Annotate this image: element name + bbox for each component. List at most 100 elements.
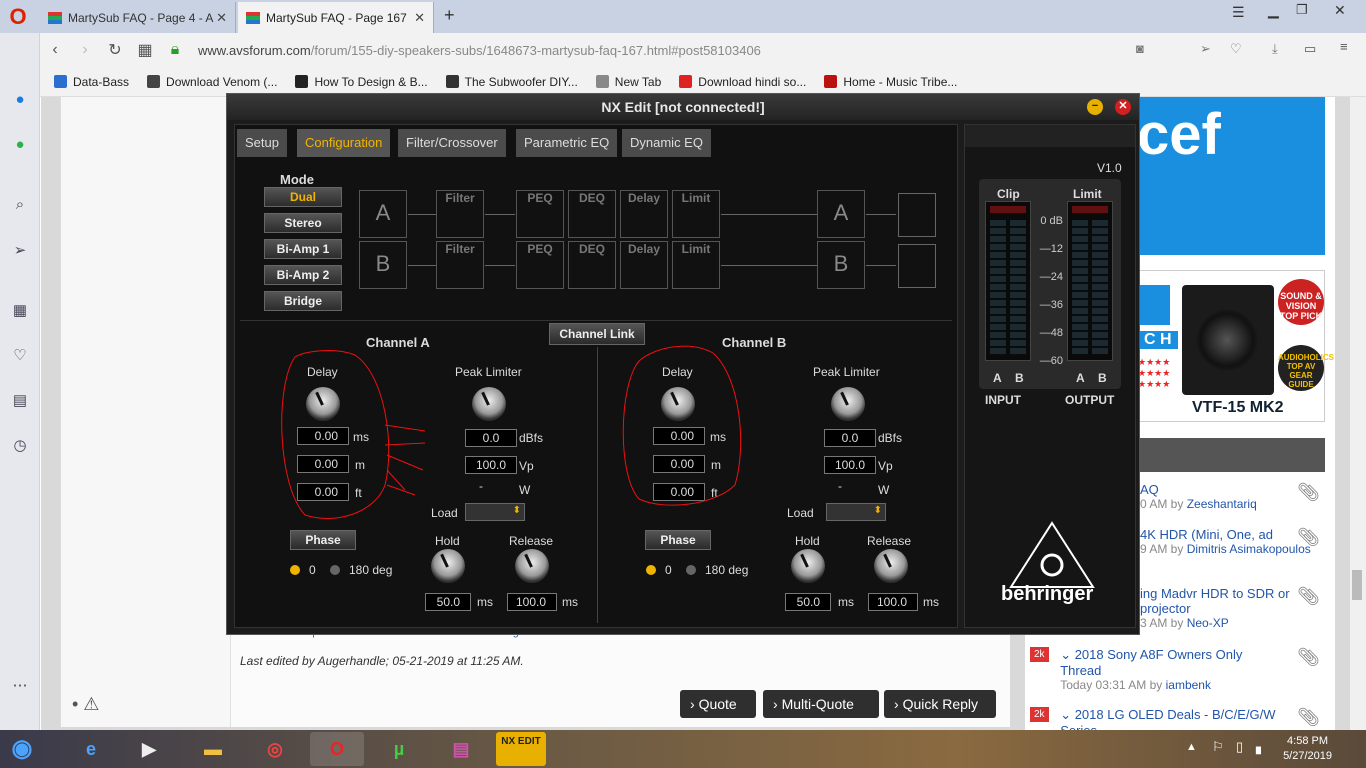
winrar-icon[interactable]: ▤ bbox=[434, 732, 488, 766]
camera-icon[interactable]: ◙ bbox=[1136, 41, 1144, 56]
speaker-cone bbox=[1196, 309, 1258, 371]
opera-sidebar: ● ● ⌕ ➢ ▦ ♡ ▤ ◷ ⋯ bbox=[0, 33, 40, 735]
bookmark-item[interactable]: Data-Bass bbox=[54, 75, 129, 89]
tray-arrow-icon[interactable]: ▲ bbox=[1186, 741, 1197, 753]
send-icon[interactable]: ➢ bbox=[10, 241, 30, 261]
close-tab-icon[interactable]: ✕ bbox=[216, 10, 227, 26]
close-window-icon[interactable]: ✕ bbox=[1334, 2, 1346, 19]
bookmark-item[interactable]: Download Venom (... bbox=[147, 75, 277, 89]
chevron-down-icon: ⌄ bbox=[1060, 707, 1075, 722]
heart-icon[interactable]: ♡ bbox=[10, 346, 30, 366]
windows-taskbar: ◉ e ▶ ▬ ◎ O µ ▤ NX EDIT ▲ ⚐ ▯ ▖ 4:58 PM 5… bbox=[0, 730, 1366, 768]
nx-main-panel: Setup Configuration Filter/Crossover Par… bbox=[234, 124, 958, 628]
send-icon[interactable]: ➢ bbox=[1200, 41, 1211, 57]
quote-button[interactable]: › Quote bbox=[680, 690, 756, 718]
subwoofer-ad[interactable]: C H ★★★★ ★★★★ ★★★★ SOUND & VISION TOP PICK… bbox=[1137, 270, 1334, 422]
input-label: INPUT bbox=[985, 393, 1021, 407]
page-scrollbar[interactable] bbox=[1350, 97, 1366, 735]
back-icon[interactable]: ‹ bbox=[40, 41, 70, 59]
battery-icon[interactable]: ▯ bbox=[1236, 739, 1243, 755]
chevron-down-icon: ⌄ bbox=[1060, 647, 1075, 662]
bookmark-item[interactable]: The Subwoofer DIY... bbox=[445, 75, 578, 89]
messenger-icon[interactable]: ● bbox=[10, 91, 30, 111]
url-field[interactable]: www.avsforum.com/forum/155-diy-speakers-… bbox=[198, 43, 761, 58]
nx-minimize-icon[interactable]: − bbox=[1087, 99, 1103, 115]
whatsapp-icon[interactable]: ● bbox=[10, 136, 30, 156]
media-player-icon[interactable]: ▶ bbox=[122, 732, 176, 766]
opera-taskbar-icon[interactable]: O bbox=[310, 732, 364, 766]
nx-edit-window: NX Edit [not connected!] − ✕ Setup Confi… bbox=[226, 93, 1140, 635]
menu-icon[interactable]: ≡ bbox=[1340, 39, 1348, 54]
quick-reply-button[interactable]: › Quick Reply bbox=[884, 690, 996, 718]
last-edited-note: Last edited by Augerhandle; 05-21-2019 a… bbox=[240, 654, 524, 668]
bookmark-icon bbox=[54, 75, 67, 88]
start-button[interactable]: ◉ bbox=[2, 732, 42, 766]
close-tab-icon[interactable]: ✕ bbox=[414, 10, 425, 26]
attachment-icon: 📎︎ bbox=[1297, 707, 1320, 727]
news-icon[interactable]: ▤ bbox=[10, 391, 30, 411]
audioholics-badge: AUDIOHOLICS TOP AV GEAR GUIDE bbox=[1278, 345, 1334, 391]
minimize-icon[interactable]: ▁ bbox=[1268, 2, 1279, 19]
report-warning-icon[interactable]: • ⚠ bbox=[72, 694, 99, 715]
scale-48: —48 bbox=[1039, 327, 1063, 339]
utorrent-icon[interactable]: µ bbox=[372, 732, 426, 766]
unicef-ad[interactable]: cef bbox=[1137, 97, 1325, 255]
nx-close-icon[interactable]: ✕ bbox=[1115, 99, 1131, 115]
browser-tab-2[interactable]: MartySub FAQ - Page 167 ✕ bbox=[238, 2, 434, 33]
scale-60: —60 bbox=[1039, 355, 1063, 367]
browser-tab-1[interactable]: MartySub FAQ - Page 4 - A ✕ bbox=[40, 2, 236, 33]
opera-logo-icon[interactable]: O bbox=[6, 5, 30, 29]
meters-header bbox=[965, 125, 1135, 147]
avs-favicon-icon bbox=[48, 11, 62, 24]
scrollbar-thumb[interactable] bbox=[1352, 570, 1362, 600]
meter-bar-a bbox=[990, 220, 1006, 356]
red-annotation-scribbles bbox=[281, 345, 742, 519]
scale-12: —12 bbox=[1039, 243, 1063, 255]
new-tab-button[interactable]: + bbox=[444, 5, 455, 26]
reload-icon[interactable]: ↻ bbox=[100, 40, 130, 60]
ad-stars: ★★★★ ★★★★ ★★★★ bbox=[1138, 357, 1171, 389]
ie-icon[interactable]: e bbox=[64, 732, 118, 766]
scale-0db: 0 dB bbox=[1040, 215, 1063, 227]
speed-dial-icon[interactable]: ▦ bbox=[10, 301, 30, 321]
attachment-icon: 📎︎ bbox=[1297, 647, 1320, 667]
reply-count-badge: 2k bbox=[1030, 707, 1049, 722]
tabs-grid-icon[interactable]: ▦ bbox=[130, 40, 160, 60]
output-meter bbox=[1067, 201, 1113, 361]
page-icon bbox=[595, 75, 609, 88]
bookmark-item[interactable]: Download hindi so... bbox=[679, 75, 806, 89]
search-icon[interactable]: ⌕ bbox=[10, 196, 30, 216]
more-icon[interactable]: ⋯ bbox=[10, 676, 30, 696]
url-path: /forum/155-diy-speakers-subs/1648673-mar… bbox=[310, 42, 761, 58]
attachment-icon: 📎︎ bbox=[1297, 527, 1320, 547]
clip-indicator bbox=[990, 206, 1026, 213]
bookmark-item[interactable]: How To Design & B... bbox=[295, 75, 428, 89]
bookmark-icon bbox=[147, 75, 161, 88]
thread-item[interactable]: 2k ⌄ 2018 Sony A8F Owners Only Thread To… bbox=[1030, 647, 1330, 692]
signal-icon[interactable]: ▖ bbox=[1256, 739, 1266, 755]
behringer-brand: behringer bbox=[1001, 583, 1094, 605]
tab-title: MartySub FAQ - Page 4 - A bbox=[68, 10, 214, 25]
multi-quote-button[interactable]: › Multi-Quote bbox=[763, 690, 879, 718]
download-icon[interactable]: ⤓ bbox=[1272, 41, 1278, 57]
history-icon[interactable]: ◷ bbox=[10, 436, 30, 456]
top-pick-badge: SOUND & VISION TOP PICK bbox=[1278, 279, 1324, 325]
avs-favicon-icon bbox=[246, 11, 260, 24]
ad-ch-text: C H bbox=[1138, 331, 1178, 349]
tab-title: MartySub FAQ - Page 167 bbox=[266, 10, 407, 25]
attachment-icon: 📎︎ bbox=[1297, 586, 1320, 606]
network-icon[interactable]: ⚐ bbox=[1212, 739, 1224, 755]
taskbar-clock[interactable]: 4:58 PM 5/27/2019 bbox=[1283, 734, 1332, 764]
maximize-icon[interactable]: ❐ bbox=[1296, 2, 1308, 18]
bookmark-item[interactable]: New Tab bbox=[595, 75, 661, 89]
bookmark-item[interactable]: Home - Music Tribe... bbox=[824, 75, 957, 89]
heart-icon[interactable]: ♡ bbox=[1230, 41, 1242, 57]
chrome-icon[interactable]: ◎ bbox=[248, 732, 302, 766]
bookmark-icon bbox=[824, 75, 838, 88]
explorer-icon[interactable]: ▬ bbox=[186, 732, 240, 766]
meter-bar-b bbox=[1092, 220, 1108, 356]
forward-icon[interactable]: › bbox=[70, 41, 100, 59]
clip-label: Clip bbox=[997, 187, 1020, 201]
nx-edit-taskbar-icon[interactable]: NX EDIT bbox=[496, 732, 546, 766]
menu-icon[interactable]: ☰ bbox=[1232, 4, 1245, 21]
